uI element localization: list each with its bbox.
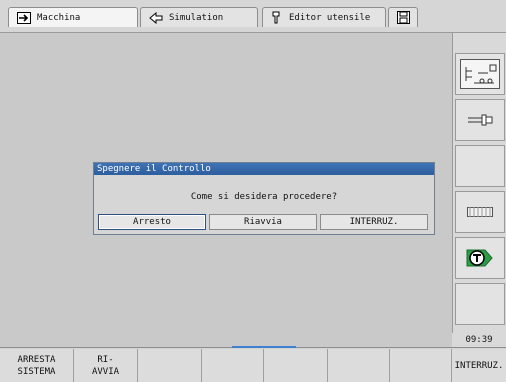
softkey-label-line1: INTERRUZ. (454, 360, 504, 371)
softkey-label-line2: SISTEMA (17, 366, 56, 377)
tool-t-icon (465, 247, 495, 269)
dialog-question: Come si desidera procedere? (190, 192, 338, 202)
save-disk-icon (396, 11, 410, 24)
tab-macchina[interactable]: Macchina (8, 7, 138, 27)
softkey-label-line1: ARRESTA (17, 354, 56, 365)
simulation-arrow-icon (149, 11, 163, 24)
sidebar-tool-t-button[interactable] (455, 237, 505, 279)
tab-save[interactable] (388, 7, 418, 27)
softkey-riavvia[interactable]: RI- AVVIA (74, 349, 138, 382)
machine-arrow-icon (17, 11, 31, 24)
shutdown-dialog: Spegnere il Controllo Come si desidera p… (93, 162, 435, 235)
horizontal-softkey-bar: ARRESTA SISTEMA RI- AVVIA INTERRUZ. (0, 347, 506, 382)
sidebar-machine-mode-button[interactable] (455, 53, 505, 95)
sidebar-tool-holder-button[interactable] (455, 99, 505, 141)
tool-holder-icon (466, 113, 494, 127)
sidebar-blank-button[interactable] (455, 145, 505, 187)
vertical-softkey-bar (452, 33, 506, 347)
machine-mode-icon (460, 59, 500, 89)
softkey-label-line2: AVVIA (91, 366, 120, 377)
tab-label: Macchina (37, 12, 81, 23)
softkey-6[interactable] (328, 349, 390, 382)
clock-display: 09:39 (452, 333, 506, 347)
softkey-5[interactable] (264, 349, 328, 382)
softkey-interruz[interactable]: INTERRUZ. (452, 349, 506, 382)
tool-editor-icon (271, 11, 283, 24)
softkey-label-line1: RI- (97, 354, 114, 365)
program-strip-icon (467, 204, 493, 220)
dialog-title: Spegnere il Controllo (94, 163, 434, 175)
softkey-4[interactable] (202, 349, 264, 382)
tab-label: Simulation (169, 12, 224, 23)
softkey-3[interactable] (138, 349, 202, 382)
tab-label: Editor utensile (289, 12, 371, 23)
riavvia-button[interactable]: Riavvia (209, 214, 317, 230)
tab-simulation[interactable]: Simulation (140, 7, 258, 27)
arresto-button[interactable]: Arresto (98, 214, 206, 230)
interruz-button[interactable]: INTERRUZ. (320, 214, 428, 230)
top-tab-bar: Macchina Simulation Editor utensile (0, 0, 506, 33)
softkey-7[interactable] (390, 349, 452, 382)
tab-editor-utensile[interactable]: Editor utensile (262, 7, 386, 27)
softkey-page-indicator (232, 346, 296, 348)
sidebar-blank-button[interactable] (455, 283, 505, 325)
softkey-arresta-sistema[interactable]: ARRESTA SISTEMA (0, 349, 74, 382)
sidebar-program-strip-button[interactable] (455, 191, 505, 233)
